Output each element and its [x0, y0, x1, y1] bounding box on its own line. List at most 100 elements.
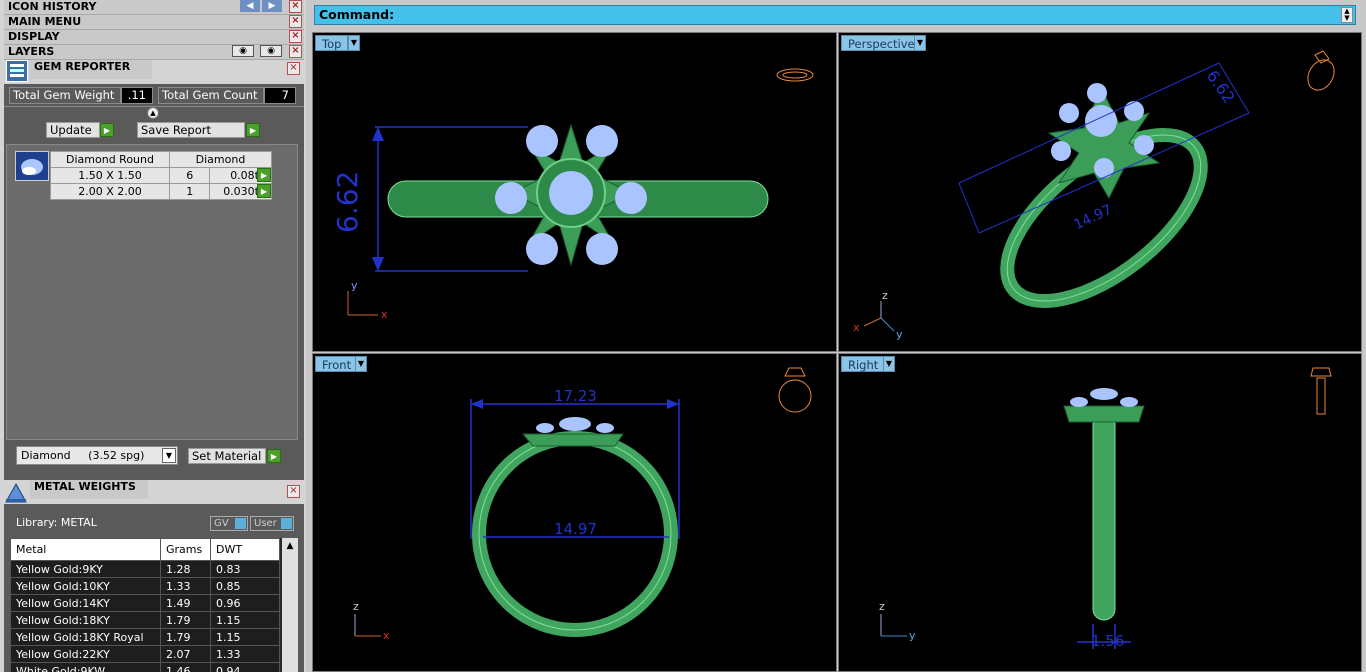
total-gem-count-label: Total Gem Count: [158, 87, 264, 104]
axis-z-label: z: [882, 289, 888, 302]
gem-table-header-shape: Diamond Round: [50, 151, 170, 168]
axis-y-label: y: [909, 629, 916, 642]
metal-dwt: 1.33: [210, 645, 280, 663]
gem-reporter-panel: GEM REPORTER × Total Gem Weight .11 Tota…: [4, 60, 304, 480]
table-row[interactable]: Yellow Gold:22KY 2.07 1.33: [10, 645, 280, 663]
update-button[interactable]: Update: [46, 122, 100, 138]
play-icon[interactable]: ▶: [246, 123, 260, 137]
axis-z-label: z: [353, 600, 359, 613]
metal-dwt: 1.15: [210, 628, 280, 646]
front-view-drawing: 17.23 14.97 z x: [353, 367, 812, 642]
view-cube-icon: [778, 367, 812, 413]
play-icon[interactable]: ▶: [100, 123, 114, 137]
metal-name: White Gold:9KW: [10, 662, 161, 672]
set-material-button[interactable]: Set Material: [188, 448, 266, 464]
table-row[interactable]: 2.00 X 2.00 1 0.030tw: [50, 183, 272, 200]
gem-table: Diamond Round Diamond 1.50 X 1.50 6 0.08…: [50, 151, 272, 200]
metal-name: Yellow Gold:18KY Royal: [10, 628, 161, 646]
table-row[interactable]: White Gold:9KW 1.46 0.94: [10, 662, 280, 672]
close-icon[interactable]: ×: [289, 0, 302, 13]
metal-table: Metal Grams DWT Yellow Gold:9KY 1.28 0.83 Y…: [10, 538, 280, 672]
command-scroll-icon[interactable]: ▲ ▼: [1341, 7, 1353, 23]
close-icon[interactable]: ×: [287, 485, 300, 498]
perspective-view-drawing: 6.62 14.97 z x y: [853, 50, 1335, 341]
icon-history-header[interactable]: ICON HISTORY ◀ ▶ ×: [4, 0, 304, 15]
user-label: User: [254, 518, 277, 529]
close-icon[interactable]: ×: [289, 45, 302, 58]
metal-grams: 1.79: [160, 628, 211, 646]
eye-icon[interactable]: ◉: [260, 45, 282, 57]
viewport-right-label[interactable]: Right: [841, 356, 886, 372]
viewport-perspective-label[interactable]: Perspective: [841, 35, 922, 51]
arrow-left-icon[interactable]: ◀: [240, 0, 260, 12]
dropdown-icon[interactable]: ▼: [883, 356, 895, 372]
display-header[interactable]: DISPLAY ×: [4, 30, 304, 45]
material-select[interactable]: Diamond (3.52 spg): [16, 446, 178, 465]
dropdown-icon[interactable]: ▼: [914, 35, 926, 51]
toggle-icon: [235, 518, 246, 529]
main-area: Command: ▲ ▼ 6.62 y x Top ▼ 6.62 14.97 z…: [306, 0, 1366, 672]
viewport-right[interactable]: 1.56 z y Right ▼: [838, 353, 1362, 672]
metal-name: Yellow Gold:22KY: [10, 645, 161, 663]
save-report-button[interactable]: Save Report: [137, 122, 245, 138]
gem-size: 2.00 X 2.00: [50, 183, 170, 200]
display-label: DISPLAY: [8, 30, 60, 43]
gem-table-header-stone: Diamond: [169, 151, 272, 168]
axis-y-label: y: [896, 328, 903, 341]
view-cube-icon: [776, 68, 814, 82]
table-row[interactable]: Yellow Gold:9KY 1.28 0.83: [10, 560, 280, 578]
viewport-top[interactable]: 6.62 y x Top ▼: [312, 32, 837, 352]
dropdown-icon[interactable]: ▼: [355, 356, 367, 372]
scrollbar[interactable]: ▲: [282, 538, 298, 672]
close-icon[interactable]: ×: [289, 15, 302, 28]
table-row[interactable]: Yellow Gold:18KY 1.79 1.15: [10, 611, 280, 629]
eye-closed-icon[interactable]: ◉: [232, 45, 254, 57]
gem-reporter-icon: [6, 60, 28, 82]
top-view-drawing: 6.62 y x: [331, 68, 814, 321]
left-panel: ICON HISTORY ◀ ▶ × MAIN MENU × DISPLAY ×…: [0, 0, 306, 672]
metal-dwt: 0.85: [210, 577, 280, 595]
library-label: Library: METAL: [16, 516, 97, 529]
metal-weights-panel: METAL WEIGHTS × Library: METAL GV User M…: [4, 480, 304, 672]
command-bar[interactable]: Command: ▲ ▼: [314, 5, 1356, 25]
dropdown-icon[interactable]: ▼: [162, 448, 176, 463]
close-icon[interactable]: ×: [289, 30, 302, 43]
metal-name: Yellow Gold:18KY: [10, 611, 161, 629]
metal-name: Yellow Gold:14KY: [10, 594, 161, 612]
metal-weights-icon: [4, 482, 28, 504]
top-dimension: 6.62: [331, 171, 364, 233]
axis-z-label: z: [879, 600, 885, 613]
scroll-up-icon[interactable]: ▲: [282, 538, 298, 554]
table-row[interactable]: 1.50 X 1.50 6 0.08tw: [50, 167, 272, 184]
main-menu-header[interactable]: MAIN MENU ×: [4, 15, 304, 30]
grams-col-header: Grams: [160, 538, 211, 561]
close-icon[interactable]: ×: [287, 62, 300, 75]
play-icon[interactable]: ▶: [257, 184, 271, 198]
metal-table-container: Metal Grams DWT Yellow Gold:9KY 1.28 0.83 Y…: [10, 538, 298, 672]
gem-count: 6: [168, 167, 211, 184]
metal-grams: 2.07: [160, 645, 211, 663]
viewport-perspective[interactable]: 6.62 14.97 z x y Perspective ▼: [838, 32, 1362, 352]
total-gem-count-value: 7: [264, 87, 296, 104]
table-row[interactable]: Yellow Gold:14KY 1.49 0.96: [10, 594, 280, 612]
layers-header[interactable]: LAYERS ◉ ◉ ×: [4, 45, 304, 60]
viewport-front-label[interactable]: Front: [315, 356, 359, 372]
metal-col-header: Metal: [10, 538, 161, 561]
gv-toggle[interactable]: GV: [210, 516, 248, 531]
play-icon[interactable]: ▶: [257, 168, 271, 182]
viewport-top-label[interactable]: Top: [315, 35, 349, 51]
play-icon[interactable]: ▶: [267, 449, 281, 463]
axis-x-label: x: [853, 321, 860, 334]
axis-y-label: y: [351, 279, 358, 292]
user-toggle[interactable]: User: [250, 516, 294, 531]
metal-grams: 1.49: [160, 594, 211, 612]
viewport-front[interactable]: 17.23 14.97 z x Front ▼: [312, 353, 837, 672]
collapse-icon[interactable]: ▲: [147, 107, 159, 119]
table-row[interactable]: Yellow Gold:10KY 1.33 0.85: [10, 577, 280, 595]
diamond-icon: [15, 151, 49, 181]
perspective-dim-a: 6.62: [1203, 67, 1239, 107]
total-gem-weight-value: .11: [121, 87, 153, 104]
arrow-right-icon[interactable]: ▶: [262, 0, 282, 12]
table-row[interactable]: Yellow Gold:18KY Royal 1.79 1.15: [10, 628, 280, 646]
dropdown-icon[interactable]: ▼: [348, 35, 360, 51]
